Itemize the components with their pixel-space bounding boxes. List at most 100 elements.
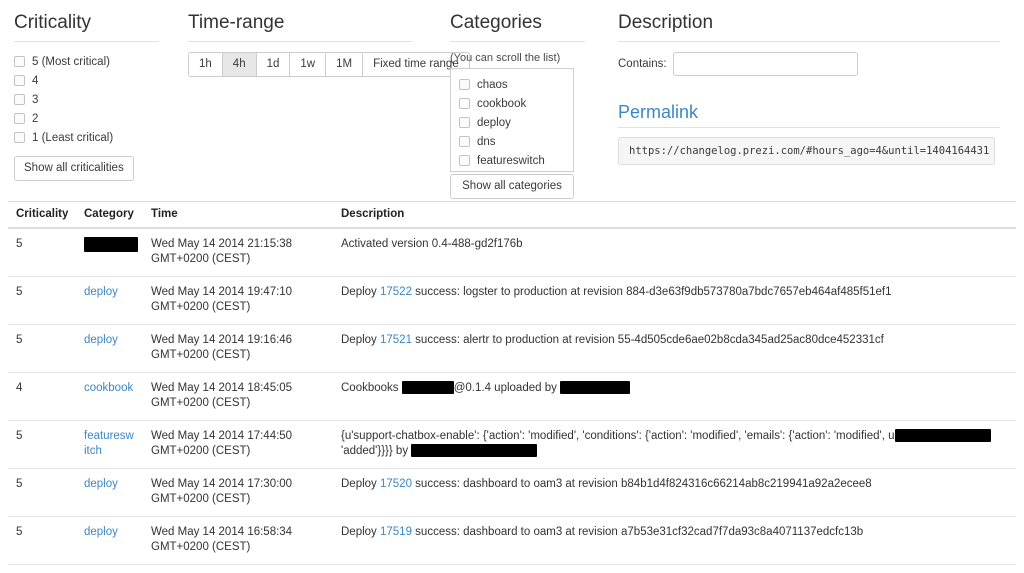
cell-criticality: 5 <box>8 324 76 373</box>
description-panel: Description Contains: Permalink https://… <box>618 0 1013 165</box>
cell-criticality: 5 <box>8 228 76 277</box>
deploy-id-link[interactable]: 17521 <box>380 334 412 346</box>
redaction-bar <box>84 237 138 252</box>
category-option[interactable]: cookbook <box>459 94 573 113</box>
column-header-criticality: Criticality <box>8 201 76 229</box>
deploy-id-link[interactable]: 17522 <box>380 286 412 298</box>
column-header-description: Description <box>333 201 1016 229</box>
category-link[interactable]: featureswitch <box>84 430 134 457</box>
timerange-option-4h[interactable]: 4h <box>222 52 257 77</box>
timerange-button-group: 1h 4h 1d 1w 1M Fixed time range <box>188 52 470 77</box>
table-row: 4 cookbook Wed May 14 2014 18:45:05 GMT+02… <box>8 372 1016 421</box>
criticality-option[interactable]: 2 <box>14 109 174 128</box>
cell-description: Deploy 17522 success: logster to product… <box>333 276 1016 325</box>
table-row: 5 Wed May 14 2014 21:15:38 GMT+0200 (CEST… <box>8 228 1016 277</box>
checkbox-icon[interactable] <box>459 136 470 147</box>
description-title: Description <box>618 12 1000 42</box>
show-all-criticalities-button[interactable]: Show all criticalities <box>14 156 134 181</box>
category-link[interactable]: deploy <box>84 478 118 490</box>
cell-description: Activated version 0.4-488-gd2f176b <box>333 228 1016 277</box>
permalink-title: Permalink <box>618 102 1000 128</box>
cell-description: Deploy 17520 success: dashboard to oam3 … <box>333 468 1016 517</box>
deploy-id-link[interactable]: 17519 <box>380 526 412 538</box>
cell-time: Wed May 14 2014 19:47:10 GMT+0200 (CEST) <box>143 276 333 325</box>
category-link[interactable]: deploy <box>84 334 118 346</box>
category-option-label: chaos <box>477 78 508 91</box>
cell-time: Wed May 14 2014 17:44:50 GMT+0200 (CEST) <box>143 420 333 469</box>
cell-category: deploy <box>76 276 143 325</box>
criticality-option[interactable]: 5 (Most critical) <box>14 52 174 71</box>
table-body: 5 Wed May 14 2014 21:15:38 GMT+0200 (CEST… <box>8 228 1016 573</box>
timerange-option-1w[interactable]: 1w <box>290 52 327 77</box>
table-header-row: Criticality Category Time Description <box>8 201 1016 229</box>
timerange-option-1m[interactable]: 1M <box>326 52 364 77</box>
show-all-categories-button[interactable]: Show all categories <box>450 174 574 199</box>
category-option-label: cookbook <box>477 97 527 110</box>
cell-time: Wed May 14 2014 19:16:46 GMT+0200 (CEST) <box>143 324 333 373</box>
checkbox-icon[interactable] <box>459 117 470 128</box>
categories-title: Categories <box>450 12 585 42</box>
checkbox-icon[interactable] <box>14 94 25 105</box>
criticality-option-label: 5 (Most critical) <box>32 55 110 68</box>
cell-time: Wed May 14 2014 16:58:34 GMT+0200 (CEST) <box>143 516 333 565</box>
criticality-option[interactable]: 1 (Least critical) <box>14 128 174 147</box>
checkbox-icon[interactable] <box>459 79 470 90</box>
table-row: 5 deploy Wed May 14 2014 19:47:10 GMT+0200… <box>8 276 1016 325</box>
cell-criticality: 5 <box>8 420 76 469</box>
category-option[interactable]: featureswitch <box>459 151 573 170</box>
checkbox-icon[interactable] <box>14 113 25 124</box>
cell-criticality: 5 <box>8 564 76 573</box>
timerange-option-1d[interactable]: 1d <box>256 52 291 77</box>
filters-area: Criticality 5 (Most critical) 4 3 2 1 (Least… <box>0 0 1024 199</box>
category-option[interactable]: deploy <box>459 113 573 132</box>
changelog-table: Criticality Category Time Description 5 Wed … <box>8 201 1016 573</box>
contains-label: Contains: <box>618 58 667 70</box>
redaction-bar <box>894 429 991 443</box>
criticality-option[interactable]: 3 <box>14 90 174 109</box>
category-link[interactable]: deploy <box>84 526 118 538</box>
column-header-category: Category <box>76 201 143 229</box>
cell-time: Wed May 14 2014 21:15:38 GMT+0200 (CEST) <box>143 228 333 277</box>
category-option-label: deploy <box>477 116 511 129</box>
cell-category: deploy <box>76 564 143 573</box>
criticality-option-label: 3 <box>32 93 39 106</box>
timerange-option-1h[interactable]: 1h <box>188 52 223 77</box>
checkbox-icon[interactable] <box>459 98 470 109</box>
category-option-label: dns <box>477 135 496 148</box>
checkbox-icon[interactable] <box>14 132 25 143</box>
contains-input[interactable] <box>672 52 858 76</box>
cell-category: deploy <box>76 516 143 565</box>
table-row: 5 deploy Wed May 14 2014 17:30:00 GMT+0200… <box>8 468 1016 517</box>
criticality-option[interactable]: 4 <box>14 71 174 90</box>
permalink-url[interactable]: https://changelog.prezi.com/#hours_ago=4… <box>618 137 995 165</box>
checkbox-icon[interactable] <box>14 56 25 67</box>
cell-description: {u'support-chatbox-enable': {'action': '… <box>333 420 1016 469</box>
checkbox-icon[interactable] <box>14 75 25 86</box>
table-row: 5 featureswitch Wed May 14 2014 17:44:50 G… <box>8 420 1016 469</box>
cell-category: cookbook <box>76 372 143 421</box>
category-link[interactable]: cookbook <box>84 382 133 394</box>
column-header-time: Time <box>143 201 333 229</box>
cell-description: Cookbooks @0.1.4 uploaded by <box>333 372 1016 421</box>
redaction-bar <box>411 444 538 458</box>
timerange-panel: Time-range 1h 4h 1d 1w 1M Fixed time range <box>188 0 470 77</box>
cell-category: featureswitch <box>76 420 143 469</box>
criticality-title: Criticality <box>14 12 159 42</box>
category-link[interactable]: deploy <box>84 286 118 298</box>
cell-criticality: 5 <box>8 468 76 517</box>
criticality-option-label: 2 <box>32 112 39 125</box>
category-option[interactable]: chaos <box>459 75 573 94</box>
checkbox-icon[interactable] <box>459 155 470 166</box>
cell-criticality: 5 <box>8 276 76 325</box>
category-option[interactable]: dns <box>459 132 573 151</box>
table-row: 5 deploy Wed May 14 2014 16:58:34 GMT+0200… <box>8 516 1016 565</box>
cell-category: deploy <box>76 468 143 517</box>
criticality-options: 5 (Most critical) 4 3 2 1 (Least critical) <box>14 52 174 147</box>
deploy-id-link[interactable]: 17520 <box>380 478 412 490</box>
timerange-title: Time-range <box>188 12 413 42</box>
table-head: Criticality Category Time Description <box>8 201 1016 229</box>
category-option-label: featureswitch <box>477 154 545 167</box>
redaction-bar <box>401 381 454 395</box>
categories-list[interactable]: chaos cookbook deploy dns featureswitch <box>450 68 574 172</box>
cell-criticality: 4 <box>8 372 76 421</box>
